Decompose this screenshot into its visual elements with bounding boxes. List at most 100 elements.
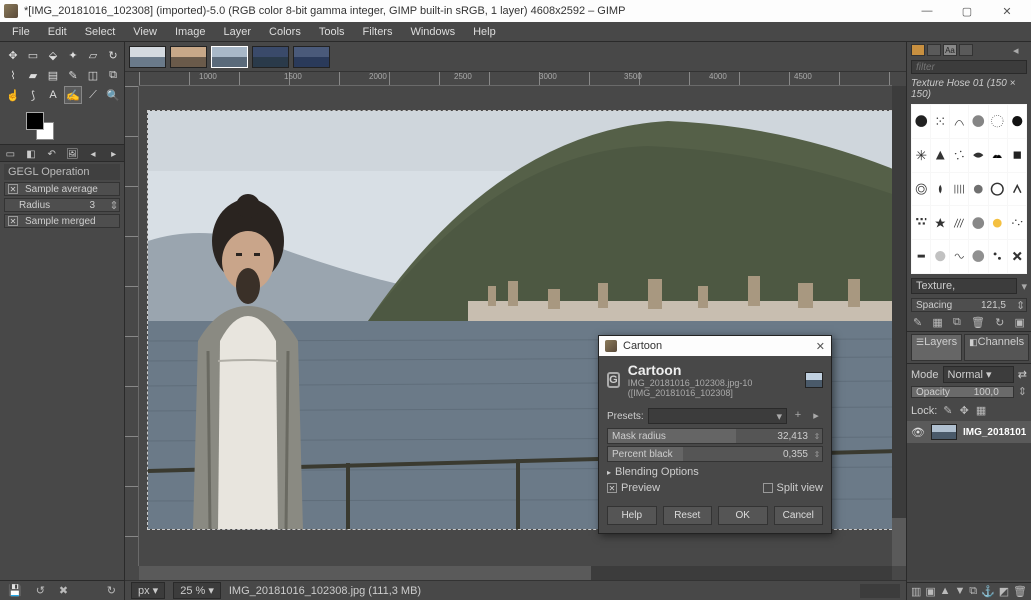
brush-item[interactable] <box>931 173 949 206</box>
blending-expander[interactable]: ▸ Blending Options <box>607 466 823 478</box>
restore-options-icon[interactable]: ↺ <box>36 584 45 597</box>
menu-layer[interactable]: Layer <box>216 24 260 40</box>
rotate-tool[interactable]: ↻ <box>104 46 122 64</box>
layers-tab[interactable]: ☰Layers <box>911 334 962 361</box>
brush-item[interactable] <box>1008 105 1026 138</box>
new-brush-icon[interactable]: ▦ <box>932 316 942 329</box>
merge-layer-icon[interactable]: ⚓ <box>981 585 995 598</box>
brush-item[interactable] <box>1008 206 1026 239</box>
preset-menu-icon[interactable]: ▸ <box>809 409 823 423</box>
tool-options-tab[interactable]: ▭ <box>0 145 21 163</box>
move-tool[interactable]: ✥ <box>4 46 22 64</box>
sample-merged-row[interactable]: ✕ Sample merged <box>4 214 120 228</box>
ruler-horizontal[interactable]: 1000 1500 2000 2500 3000 3500 4000 4500 <box>139 72 892 86</box>
close-button[interactable]: ✕ <box>987 0 1027 22</box>
brush-spacing-spinner[interactable]: ⇕ <box>1016 299 1026 312</box>
clone-tool[interactable]: ⧉ <box>104 66 122 84</box>
refresh-brush-icon[interactable]: ↻ <box>995 316 1004 329</box>
brush-item[interactable] <box>950 206 968 239</box>
rect-select-tool[interactable]: ▭ <box>24 46 42 64</box>
menu-image[interactable]: Image <box>167 24 214 40</box>
mode-switch-icon[interactable]: ⇄ <box>1018 368 1027 381</box>
dock-config-icon[interactable]: ▸ <box>103 145 124 163</box>
brush-category-select[interactable]: Texture, <box>911 278 1017 294</box>
fonts-tab[interactable]: Aa <box>943 44 957 56</box>
reset-options-icon[interactable]: ↻ <box>107 584 116 597</box>
unit-selector[interactable]: px ▾ <box>131 582 165 599</box>
brush-item[interactable] <box>1008 173 1026 206</box>
image-tab-0[interactable] <box>129 46 166 68</box>
brush-item[interactable] <box>931 139 949 172</box>
images-tab[interactable]: 🖼 <box>62 145 83 163</box>
ok-button[interactable]: OK <box>718 506 768 525</box>
menu-filters[interactable]: Filters <box>355 24 401 40</box>
sample-average-row[interactable]: ✕ Sample average <box>4 182 120 196</box>
undo-history-tab[interactable]: ↶ <box>41 145 62 163</box>
scrollbar-vertical[interactable] <box>892 86 906 566</box>
image-tab-3[interactable] <box>252 46 289 68</box>
menu-view[interactable]: View <box>125 24 165 40</box>
menu-help[interactable]: Help <box>465 24 504 40</box>
warp-tool[interactable]: ⌇ <box>4 66 22 84</box>
brush-item[interactable] <box>912 240 930 273</box>
brush-item[interactable] <box>1008 139 1026 172</box>
brush-spacing-row[interactable]: Spacing 121,5 ⇕ <box>911 298 1027 312</box>
dialog-titlebar[interactable]: Cartoon ✕ <box>599 336 831 356</box>
image-tab-4[interactable] <box>293 46 330 68</box>
zoom-tool[interactable]: 🔍 <box>104 86 122 104</box>
maximize-button[interactable]: ▢ <box>947 0 987 22</box>
brush-item[interactable] <box>989 105 1007 138</box>
delete-layer-icon[interactable]: 🗑 <box>1013 585 1027 598</box>
preset-add-icon[interactable]: + <box>791 409 805 423</box>
mask-layer-icon[interactable]: ◩ <box>999 585 1009 598</box>
minimize-button[interactable]: — <box>907 0 947 22</box>
lock-pixels-icon[interactable]: ✎ <box>943 405 952 417</box>
percent-black-slider[interactable]: Percent black 0,355 ⇕ <box>607 446 823 462</box>
reset-button[interactable]: Reset <box>663 506 713 525</box>
new-group-icon[interactable]: ▣ <box>925 585 935 598</box>
color-picker-tool[interactable]: ✍ <box>64 86 82 104</box>
image-tab-1[interactable] <box>170 46 207 68</box>
menu-colors[interactable]: Colors <box>261 24 309 40</box>
brush-item[interactable] <box>931 105 949 138</box>
raise-layer-icon[interactable]: ▲ <box>940 585 951 598</box>
brush-item[interactable] <box>989 173 1007 206</box>
text-tool[interactable]: A <box>44 86 62 104</box>
brush-item[interactable] <box>950 173 968 206</box>
brush-item[interactable] <box>950 139 968 172</box>
patterns-tab[interactable] <box>927 44 941 56</box>
brush-item[interactable] <box>969 173 987 206</box>
brush-item[interactable] <box>950 105 968 138</box>
brush-item[interactable] <box>931 240 949 273</box>
free-select-tool[interactable]: ⬙ <box>44 46 62 64</box>
ruler-vertical[interactable] <box>125 86 139 566</box>
brush-item[interactable] <box>931 206 949 239</box>
navigation-preview[interactable] <box>860 584 900 598</box>
save-options-icon[interactable]: 💾 <box>8 584 22 597</box>
history-tab[interactable] <box>959 44 973 56</box>
brush-item[interactable] <box>989 139 1007 172</box>
menu-select[interactable]: Select <box>77 24 124 40</box>
smudge-tool[interactable]: ☝ <box>4 86 22 104</box>
brush-item[interactable] <box>912 139 930 172</box>
layer-row[interactable]: 👁 IMG_2018101 <box>907 421 1031 443</box>
help-button[interactable]: Help <box>607 506 657 525</box>
pencil-tool[interactable]: ✎ <box>64 66 82 84</box>
percent-black-spinner[interactable]: ⇕ <box>812 450 822 459</box>
sample-merged-checkbox[interactable]: ✕ <box>8 216 18 226</box>
fg-bg-colors[interactable] <box>26 112 54 140</box>
brushes-tab[interactable] <box>911 44 925 56</box>
menu-file[interactable]: File <box>4 24 38 40</box>
brushes-dock-menu-icon[interactable]: ◂ <box>1013 44 1027 56</box>
presets-select[interactable]: ▾ <box>648 408 787 424</box>
zoom-selector[interactable]: 25 % ▾ <box>173 582 221 599</box>
split-view-checkbox[interactable] <box>763 483 773 493</box>
edit-brush-icon[interactable]: ✎ <box>913 316 922 329</box>
radius-row[interactable]: Radius 3 ⇕ <box>4 198 120 212</box>
brush-item[interactable] <box>950 240 968 273</box>
image-tab-2[interactable] <box>211 46 248 68</box>
brush-item[interactable] <box>969 139 987 172</box>
brush-item[interactable] <box>989 240 1007 273</box>
layer-name[interactable]: IMG_2018101 <box>963 427 1026 438</box>
mode-select[interactable]: Normal ▾ <box>943 366 1014 383</box>
